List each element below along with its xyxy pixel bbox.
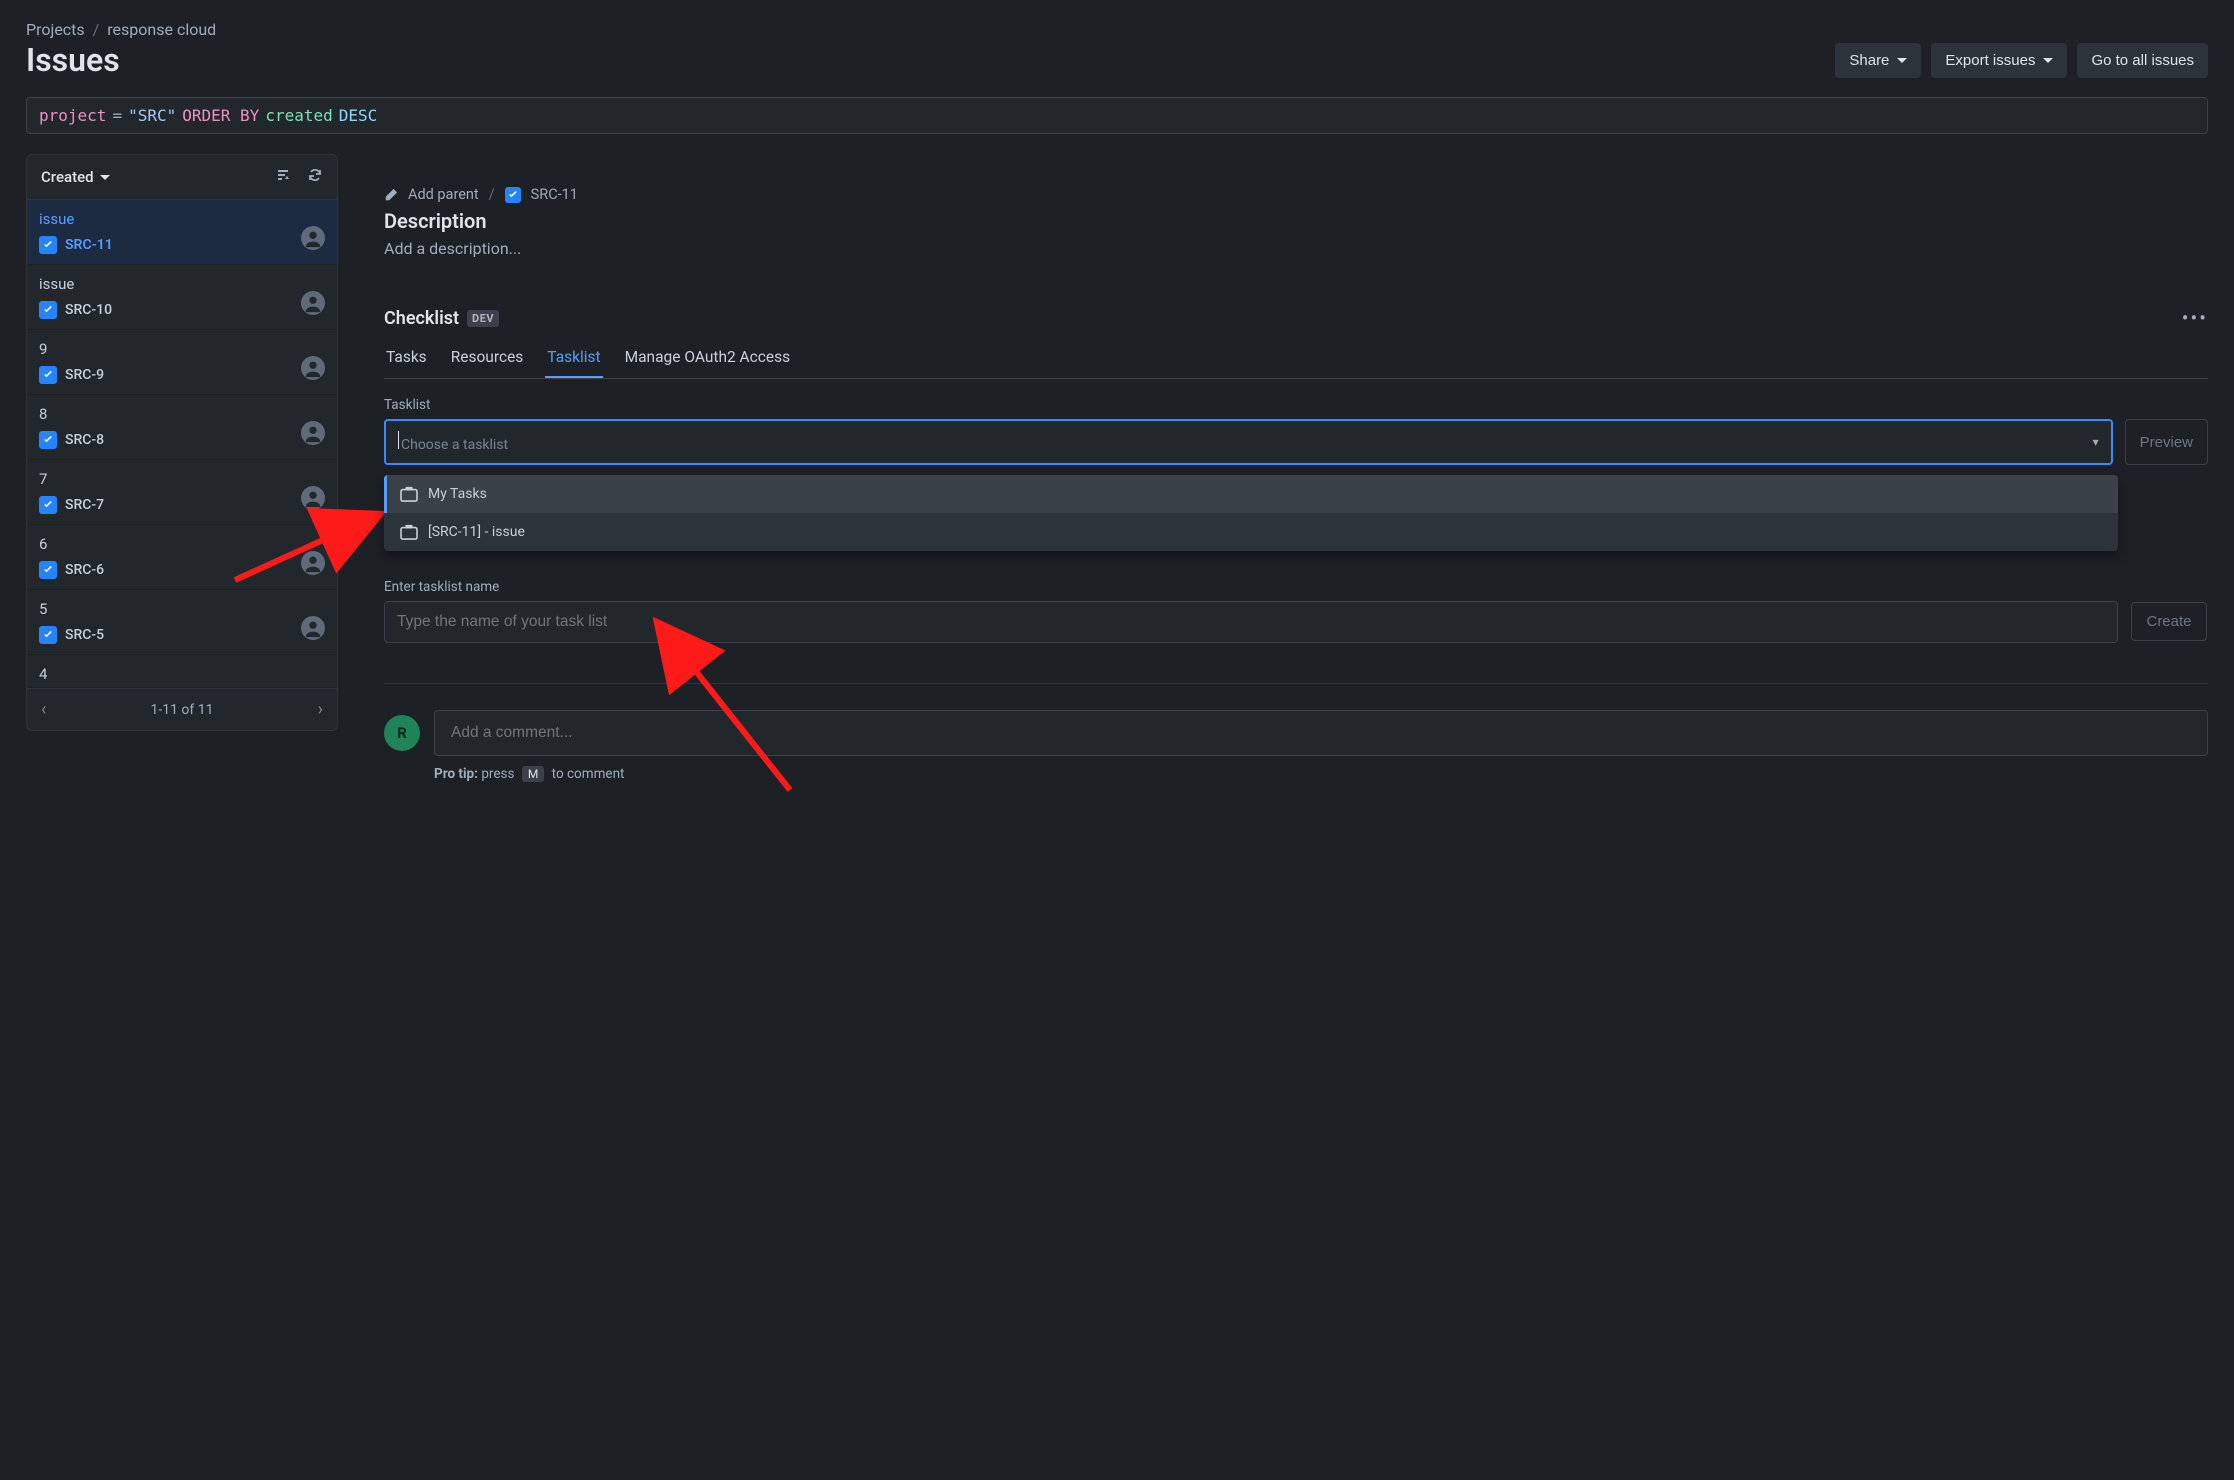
- issue-key: SRC-6: [65, 562, 104, 578]
- tab-resources[interactable]: Resources: [449, 342, 526, 378]
- go-to-all-issues-button[interactable]: Go to all issues: [2077, 43, 2208, 78]
- description-heading: Description: [384, 209, 2208, 233]
- chevron-down-icon: ▾: [2093, 435, 2099, 449]
- user-avatar: R: [384, 715, 420, 751]
- issue-type-icon: [39, 561, 57, 579]
- issue-type-icon: [39, 626, 57, 644]
- issue-title: 7: [39, 470, 325, 488]
- tab-manage-oauth2-access[interactable]: Manage OAuth2 Access: [623, 342, 793, 378]
- issue-card[interactable]: 4: [27, 655, 337, 688]
- issue-card[interactable]: 5 SRC-5: [27, 590, 337, 655]
- tasklist-dropdown: My Tasks [SRC-11] - issue: [384, 475, 2118, 551]
- description-field[interactable]: Add a description...: [384, 239, 2208, 258]
- tab-tasks[interactable]: Tasks: [384, 342, 429, 378]
- issue-key-link[interactable]: SRC-11: [531, 186, 578, 203]
- page-title: Issues: [26, 41, 120, 79]
- issue-type-icon: [39, 301, 57, 319]
- dev-badge: DEV: [467, 310, 499, 327]
- page-range: 1-11 of 11: [150, 702, 213, 718]
- chevron-down-icon: [1897, 58, 1907, 63]
- issue-type-icon: [39, 236, 57, 254]
- issue-title: 9: [39, 340, 325, 358]
- issue-title: 8: [39, 405, 325, 423]
- page-prev-button[interactable]: ‹: [41, 699, 46, 720]
- issue-key: SRC-8: [65, 432, 104, 448]
- issue-title: 6: [39, 535, 325, 553]
- sort-dropdown[interactable]: Created: [41, 168, 110, 186]
- page-next-button[interactable]: ›: [318, 699, 323, 720]
- issue-key: SRC-5: [65, 627, 104, 643]
- issue-title: 4: [39, 665, 325, 683]
- issue-key: SRC-9: [65, 367, 104, 383]
- add-parent-link[interactable]: Add parent: [408, 186, 479, 203]
- export-issues-button[interactable]: Export issues: [1931, 43, 2067, 78]
- sort-order-icon[interactable]: [275, 167, 291, 187]
- issue-key: SRC-10: [65, 302, 112, 318]
- chevron-down-icon: [2043, 58, 2053, 63]
- issue-card[interactable]: issue SRC-11: [27, 200, 337, 265]
- share-button[interactable]: Share: [1835, 43, 1921, 78]
- breadcrumb-separator: /: [93, 20, 100, 39]
- tasklist-icon: [400, 524, 418, 540]
- issue-card[interactable]: 6 SRC-6: [27, 525, 337, 590]
- issue-type-icon: [505, 187, 521, 203]
- issue-key: SRC-11: [65, 237, 113, 253]
- jql-search-input[interactable]: project = "SRC" ORDER BY created DESC: [26, 97, 2208, 134]
- assignee-avatar: [301, 226, 325, 250]
- dropdown-option[interactable]: My Tasks: [384, 475, 2118, 513]
- issue-type-icon: [39, 431, 57, 449]
- breadcrumb-project-name[interactable]: response cloud: [107, 20, 216, 39]
- create-button[interactable]: Create: [2131, 602, 2206, 641]
- issue-title: issue: [39, 275, 325, 293]
- assignee-avatar: [301, 291, 325, 315]
- tasklist-name-input[interactable]: [384, 601, 2118, 643]
- pro-tip: Pro tip: press M to comment: [434, 766, 2208, 782]
- issue-title: 5: [39, 600, 325, 618]
- assignee-avatar: [301, 421, 325, 445]
- jql-token: DESC: [339, 106, 378, 125]
- refresh-icon[interactable]: [307, 167, 323, 187]
- assignee-avatar: [301, 356, 325, 380]
- breadcrumb: Projects / response cloud: [26, 20, 2208, 39]
- chevron-down-icon: [100, 175, 110, 180]
- assignee-avatar: [301, 486, 325, 510]
- tasklist-icon: [400, 486, 418, 502]
- issue-title: issue: [39, 210, 325, 228]
- tasklist-name-label: Enter tasklist name: [384, 579, 2208, 595]
- dropdown-option[interactable]: [SRC-11] - issue: [384, 513, 2118, 551]
- issue-card[interactable]: issue SRC-10: [27, 265, 337, 330]
- issue-card[interactable]: 8 SRC-8: [27, 395, 337, 460]
- edit-icon: [384, 188, 398, 202]
- breadcrumb-projects[interactable]: Projects: [26, 20, 85, 39]
- jql-token: =: [112, 106, 122, 125]
- checklist-heading: Checklist: [384, 308, 459, 329]
- tab-tasklist[interactable]: Tasklist: [545, 342, 602, 378]
- jql-token: created: [265, 106, 332, 125]
- jql-token: project: [39, 106, 106, 125]
- issue-list-panel: Created issue SRC-11: [26, 154, 338, 731]
- issue-key: SRC-7: [65, 497, 104, 513]
- preview-button[interactable]: Preview: [2125, 419, 2208, 465]
- jql-token: "SRC": [128, 106, 176, 125]
- assignee-avatar: [301, 616, 325, 640]
- tasklist-label: Tasklist: [384, 397, 2208, 413]
- tasklist-select[interactable]: Choose a tasklist ▾: [384, 419, 2113, 465]
- comment-input[interactable]: [434, 710, 2208, 756]
- issue-type-icon: [39, 496, 57, 514]
- issue-type-icon: [39, 366, 57, 384]
- more-menu-icon[interactable]: •••: [2182, 306, 2208, 330]
- assignee-avatar: [301, 551, 325, 575]
- jql-token: ORDER BY: [182, 106, 259, 125]
- issue-card[interactable]: 9 SRC-9: [27, 330, 337, 395]
- issue-card[interactable]: 7 SRC-7: [27, 460, 337, 525]
